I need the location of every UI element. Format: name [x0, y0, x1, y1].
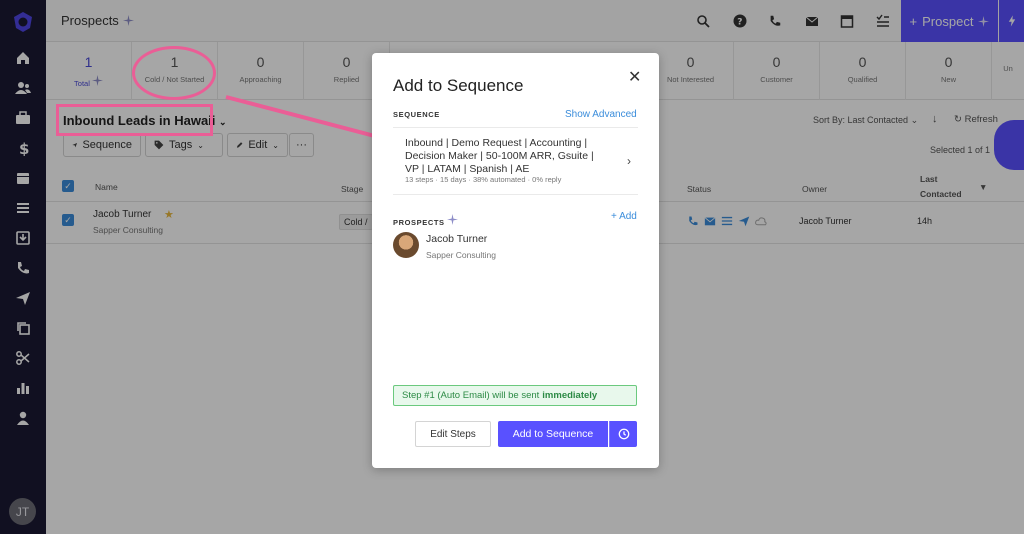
- sparkle-icon: [447, 214, 459, 225]
- divider: [393, 127, 638, 128]
- prospect-name: Jacob Turner: [426, 233, 488, 245]
- step-notice: Step #1 (Auto Email) will be sent immedi…: [393, 385, 637, 406]
- chevron-right-icon[interactable]: ›: [627, 154, 631, 168]
- add-to-sequence-button[interactable]: Add to Sequence: [498, 421, 608, 447]
- selected-sequence[interactable]: Inbound | Demo Request | Accounting | De…: [405, 137, 610, 176]
- avatar: [393, 232, 419, 258]
- annotation-rectangle: [56, 104, 213, 136]
- prospect-company: Sapper Consulting: [426, 250, 496, 260]
- annotation-ellipse: [132, 46, 216, 100]
- modal-title: Add to Sequence: [393, 76, 524, 95]
- add-to-sequence-modal: Add to Sequence ✕ SEQUENCE Show Advanced…: [372, 53, 659, 468]
- edit-steps-button[interactable]: Edit Steps: [415, 421, 491, 447]
- clock-icon[interactable]: [609, 421, 637, 447]
- add-prospect-link[interactable]: + Add: [611, 211, 637, 222]
- close-icon[interactable]: ✕: [628, 67, 641, 87]
- show-advanced-link[interactable]: Show Advanced: [565, 109, 637, 120]
- sequence-stats: 13 steps · 15 days · 38% automated · 0% …: [405, 175, 562, 184]
- divider: [393, 194, 638, 195]
- prospects-section-label: PROSPECTS: [393, 214, 459, 227]
- sequence-section-label: SEQUENCE: [393, 110, 440, 119]
